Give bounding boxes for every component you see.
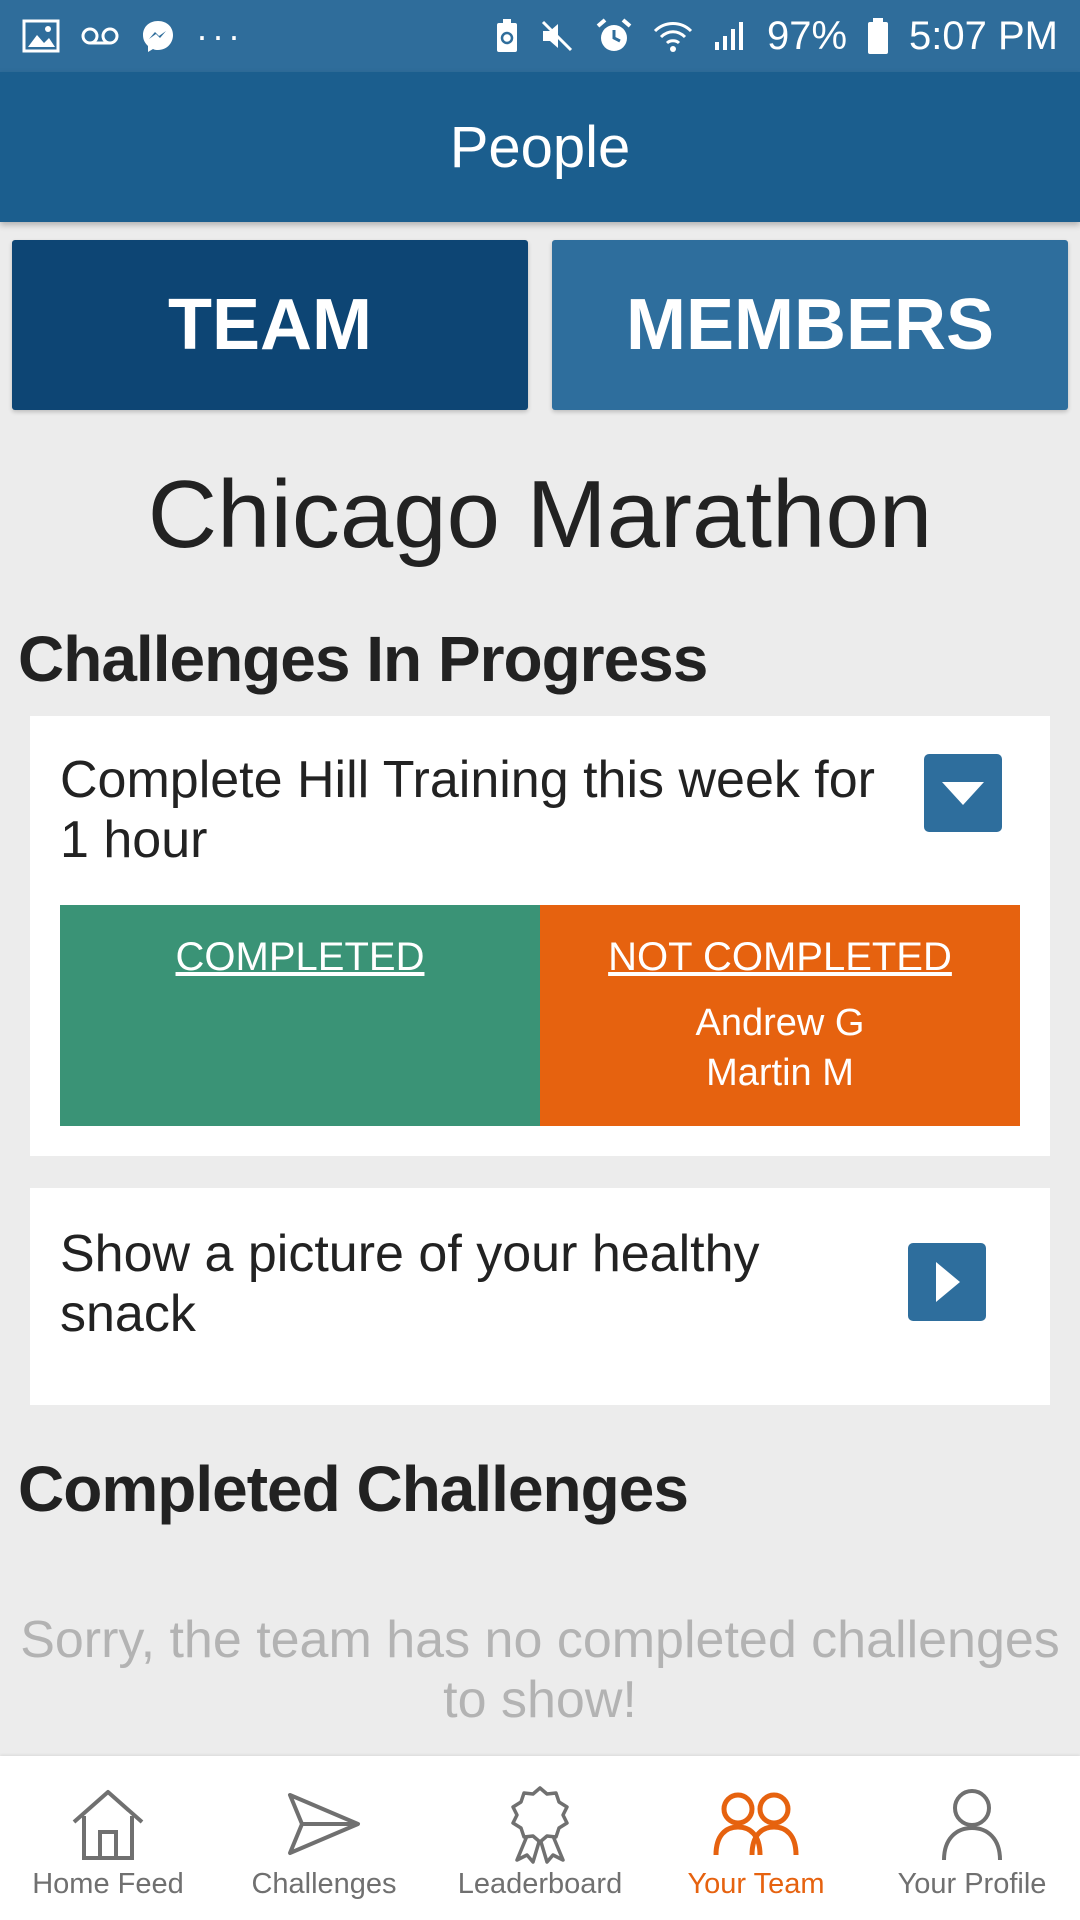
not-completed-member-list: Andrew G Martin M xyxy=(540,998,1020,1098)
alarm-icon xyxy=(595,17,633,55)
challenge-title: Complete Hill Training this week for 1 h… xyxy=(60,751,875,869)
team-name: Chicago Marathon xyxy=(147,461,933,568)
not-completed-header-link[interactable]: NOT COMPLETED xyxy=(540,935,1020,980)
battery-icon xyxy=(867,17,889,55)
tab-team[interactable]: TEAM xyxy=(12,240,528,410)
challenge-title: Show a picture of your healthy snack xyxy=(60,1225,760,1343)
empty-state-message: Sorry, the team has no completed challen… xyxy=(20,1611,1060,1729)
messenger-icon xyxy=(140,18,176,54)
bottom-nav: Home Feed Challenges Leaderboard Your Te… xyxy=(0,1756,1080,1920)
member-name: Andrew G xyxy=(695,1002,865,1044)
not-completed-column: NOT COMPLETED Andrew G Martin M xyxy=(540,905,1020,1126)
status-time: 5:07 PM xyxy=(909,13,1058,58)
completed-header-link[interactable]: COMPLETED xyxy=(60,935,540,980)
send-icon xyxy=(284,1786,364,1862)
nav-leaderboard[interactable]: Leaderboard xyxy=(432,1756,648,1920)
battery-percent: 97% xyxy=(766,13,848,58)
nav-your-profile[interactable]: Your Profile xyxy=(864,1756,1080,1920)
nav-label: Challenges xyxy=(251,1868,397,1900)
team-icon xyxy=(711,1786,801,1862)
caret-down-icon xyxy=(942,782,984,805)
caret-right-icon xyxy=(936,1262,960,1302)
nav-label: Home Feed xyxy=(32,1868,184,1900)
home-icon xyxy=(68,1786,148,1862)
member-name: Martin M xyxy=(706,1052,854,1094)
section-title-completed: Completed Challenges xyxy=(18,1453,689,1525)
nav-challenges[interactable]: Challenges xyxy=(216,1756,432,1920)
battery-saver-icon xyxy=(495,18,519,54)
collapse-toggle-button[interactable] xyxy=(924,754,1002,832)
mute-icon xyxy=(539,18,575,54)
profile-icon xyxy=(937,1786,1007,1862)
tab-bar: TEAM MEMBERS xyxy=(12,240,1068,410)
image-icon xyxy=(22,19,60,53)
status-bar: ··· 97% 5:07 PM xyxy=(0,0,1080,72)
nav-label: Your Profile xyxy=(897,1868,1047,1900)
voicemail-icon xyxy=(80,25,120,47)
completed-column: COMPLETED xyxy=(60,905,540,1126)
nav-label: Your Team xyxy=(687,1868,825,1900)
app-bar: People xyxy=(0,72,1080,222)
nav-label: Leaderboard xyxy=(457,1868,623,1900)
nav-your-team[interactable]: Your Team xyxy=(648,1756,864,1920)
challenge-card: Show a picture of your healthy snack xyxy=(30,1188,1050,1405)
tab-members[interactable]: MEMBERS xyxy=(552,240,1068,410)
section-title-in-progress: Challenges In Progress xyxy=(18,623,708,695)
status-bar-right: 97% 5:07 PM xyxy=(495,14,1058,59)
award-icon xyxy=(505,1786,575,1864)
nav-home-feed[interactable]: Home Feed xyxy=(0,1756,216,1920)
wifi-icon xyxy=(653,19,693,53)
expand-toggle-button[interactable] xyxy=(908,1243,986,1321)
page-title: People xyxy=(449,114,631,180)
overflow-indicator: ··· xyxy=(196,15,244,56)
status-bar-left: ··· xyxy=(22,15,244,57)
challenge-status-panel: COMPLETED NOT COMPLETED Andrew G Martin … xyxy=(60,905,1020,1126)
signal-icon xyxy=(713,20,747,52)
challenge-card: Complete Hill Training this week for 1 h… xyxy=(30,716,1050,1156)
